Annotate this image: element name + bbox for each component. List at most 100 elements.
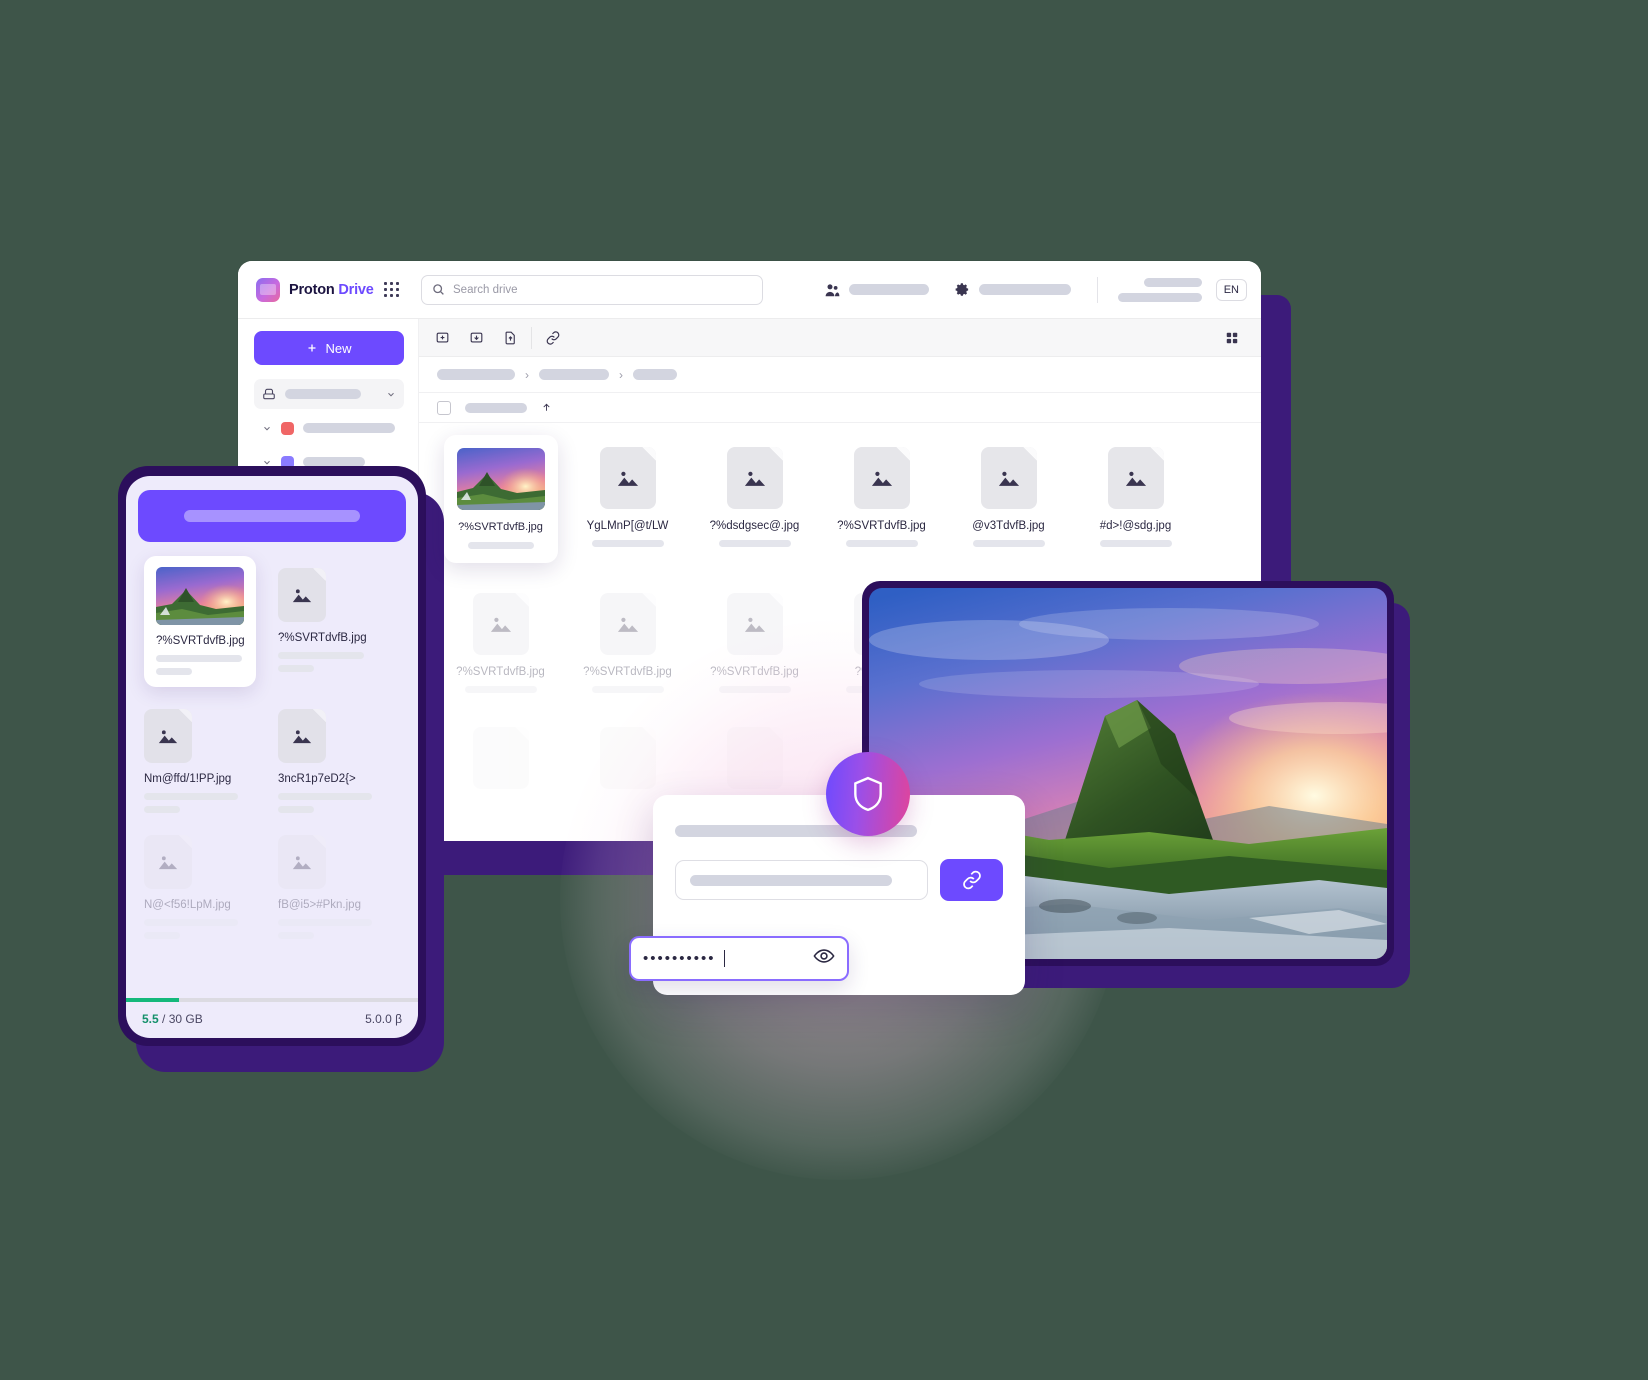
file-meta-placeholder: [591, 686, 664, 693]
file-name: ?%SVRTdvfB.jpg: [710, 666, 799, 678]
toolbar-right: [1215, 321, 1255, 355]
file-item[interactable]: ?%SVRTdvfB.jpg: [818, 439, 945, 563]
storage-progress-fill: [126, 998, 179, 1002]
file-item[interactable]: ?%dsdgsec@.jpg: [691, 439, 818, 563]
brand[interactable]: Proton Drive: [238, 277, 378, 302]
file-thumbnail-placeholder: [1107, 447, 1164, 509]
copy-link-button[interactable]: [940, 859, 1003, 901]
eye-icon[interactable]: [813, 945, 835, 972]
file-thumbnail-placeholder: [472, 593, 529, 655]
image-placeholder-icon: [617, 617, 638, 632]
column-name-placeholder[interactable]: [465, 402, 527, 413]
image-placeholder-icon: [292, 729, 312, 743]
file-meta-placeholder: [972, 540, 1045, 547]
breadcrumb-item[interactable]: [437, 369, 515, 380]
phone-banner[interactable]: [138, 490, 406, 542]
proton-drive-logo-icon: [256, 277, 280, 302]
settings-entry[interactable]: [955, 282, 1071, 297]
file-item[interactable]: ?%SVRTdvfB.jpg: [138, 556, 272, 709]
file-thumbnail-placeholder: [278, 568, 326, 622]
file-thumbnail-placeholder: [278, 835, 326, 889]
breadcrumb[interactable]: › ›: [419, 357, 1261, 393]
file-item[interactable]: [564, 719, 691, 789]
file-thumbnail-placeholder: [726, 447, 783, 509]
header-divider: [1096, 276, 1098, 303]
file-item[interactable]: #d>!@sdg.jpg: [1072, 439, 1199, 563]
search-placeholder: Search drive: [453, 283, 518, 296]
file-name: ?%dsdgsec@.jpg: [709, 520, 800, 532]
select-all-checkbox[interactable]: [437, 400, 451, 415]
create-link-button[interactable]: [536, 321, 570, 355]
app-grid-icon[interactable]: [384, 282, 399, 297]
upload-folder-button[interactable]: [459, 321, 493, 355]
folder-plus-icon: [436, 332, 448, 343]
file-name: N@<f56!LpM.jpg: [144, 899, 231, 911]
file-card-selected[interactable]: ?%SVRTdvfB.jpg: [443, 435, 558, 563]
contacts-entry[interactable]: [825, 283, 929, 297]
image-placeholder-icon: [871, 471, 892, 486]
grid-view-button[interactable]: [1215, 321, 1249, 355]
contacts-label-placeholder: [848, 284, 929, 295]
file-name: ?%SVRTdvfB.jpg: [156, 635, 245, 647]
image-placeholder-icon: [158, 729, 178, 743]
header-right: EN: [825, 276, 1261, 303]
account-placeholder[interactable]: [1117, 277, 1202, 302]
file-thumbnail-placeholder: [980, 447, 1037, 509]
file-name: 3ncR1p7eD2{>: [278, 773, 356, 785]
file-meta-placeholder: [591, 540, 664, 547]
file-name: YgLMnP[@t/LW: [586, 520, 669, 532]
app-version: 5.0.0 β: [365, 1012, 402, 1026]
search-input[interactable]: Search drive: [421, 274, 763, 305]
file-item[interactable]: ?%SVRTdvfB.jpg: [272, 556, 406, 709]
phone-file-grid: ?%SVRTdvfB.jpg ?%SVRTdvfB.jpg Nm@ffd/1!P…: [126, 542, 418, 961]
breadcrumb-item[interactable]: [633, 369, 677, 380]
file-item[interactable]: ?%SVRTdvfB.jpg: [691, 585, 818, 693]
list-header: [419, 393, 1261, 423]
file-item[interactable]: ?%SVRTdvfB.jpg: [564, 585, 691, 693]
shield-icon: [854, 776, 882, 812]
new-button[interactable]: New: [254, 331, 404, 365]
file-item[interactable]: @v3TdvfB.jpg: [945, 439, 1072, 563]
file-item[interactable]: N@<f56!LpM.jpg: [138, 835, 272, 961]
file-meta-placeholder: [278, 806, 314, 813]
share-link-input[interactable]: [675, 860, 928, 900]
file-item[interactable]: Nm@ffd/1!PP.jpg: [138, 709, 272, 835]
image-placeholder-icon: [744, 471, 765, 486]
file-item[interactable]: [691, 719, 818, 789]
share-password-input[interactable]: ••••••••••: [629, 936, 849, 981]
new-folder-button[interactable]: [425, 321, 459, 355]
encryption-shield-badge: [826, 752, 910, 836]
breadcrumb-item[interactable]: [539, 369, 609, 380]
upload-file-button[interactable]: [493, 321, 527, 355]
link-icon: [546, 330, 560, 345]
file-item[interactable]: [437, 719, 564, 789]
file-name: #d>!@sdg.jpg: [1099, 520, 1172, 532]
sidebar-item-my-files[interactable]: [254, 379, 404, 409]
file-card-selected[interactable]: ?%SVRTdvfB.jpg: [144, 556, 256, 687]
file-grid-row: ?%SVRTdvfB.jpg YgLMnP[@t/LW ?%dsdgsec@.j…: [437, 435, 1247, 563]
folder-icon: [281, 421, 294, 435]
password-value: ••••••••••: [643, 950, 716, 967]
file-item[interactable]: fB@i5>#Pkn.jpg: [272, 835, 406, 961]
file-item[interactable]: ?%SVRTdvfB.jpg: [437, 585, 564, 693]
phone-banner-placeholder: [184, 510, 360, 522]
sidebar-item-folder-red[interactable]: [254, 413, 404, 443]
image-placeholder-icon: [158, 855, 178, 869]
storage-used: 5.5: [142, 1012, 159, 1026]
arrow-up-icon[interactable]: [541, 402, 552, 413]
content-toolbar: [419, 319, 1261, 357]
file-thumbnail-photo: [156, 567, 244, 625]
file-name: Nm@ffd/1!PP.jpg: [144, 773, 232, 785]
new-button-label: New: [325, 340, 352, 356]
file-item[interactable]: 3ncR1p7eD2{>: [272, 709, 406, 835]
brand-name: Proton Drive: [289, 281, 374, 298]
language-badge[interactable]: EN: [1215, 278, 1247, 301]
sidebar-label-placeholder: [285, 389, 361, 399]
breadcrumb-separator: ›: [619, 367, 623, 382]
file-meta-placeholder: [278, 793, 372, 800]
file-item[interactable]: ?%SVRTdvfB.jpg: [437, 435, 564, 563]
file-name: ?%SVRTdvfB.jpg: [456, 666, 545, 678]
file-thumbnail-placeholder: [599, 727, 656, 789]
file-name: ?%SVRTdvfB.jpg: [278, 632, 367, 644]
file-item[interactable]: YgLMnP[@t/LW: [564, 439, 691, 563]
